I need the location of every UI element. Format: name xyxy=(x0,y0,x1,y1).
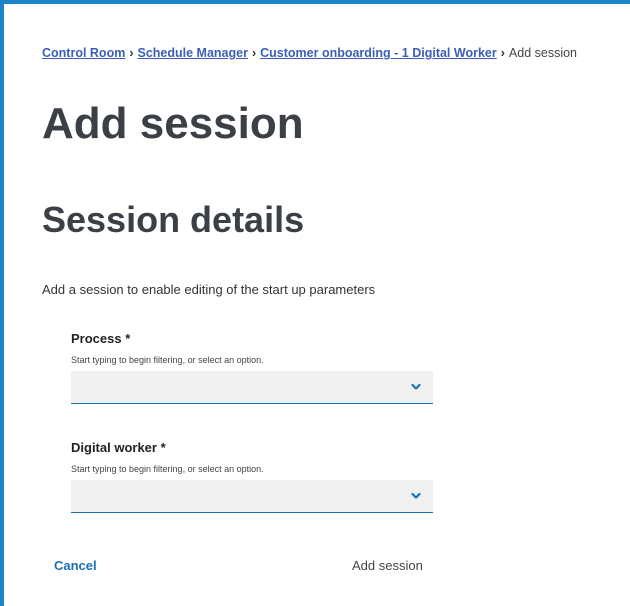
breadcrumb-separator: › xyxy=(251,46,257,60)
breadcrumb-current: Add session xyxy=(508,46,578,60)
breadcrumb-customer-onboarding[interactable]: Customer onboarding - 1 Digital Worker xyxy=(260,46,497,60)
digital-worker-field: Digital worker * Start typing to begin f… xyxy=(71,440,433,513)
cancel-button[interactable]: Cancel xyxy=(54,558,97,573)
page-title: Add session xyxy=(42,99,304,148)
add-session-button[interactable]: Add session xyxy=(352,558,423,573)
intro-text: Add a session to enable editing of the s… xyxy=(42,282,376,297)
process-select[interactable] xyxy=(71,371,433,404)
digital-worker-label: Digital worker * xyxy=(71,440,166,455)
digital-worker-select[interactable] xyxy=(71,480,433,513)
digital-worker-help-text: Start typing to begin filtering, or sele… xyxy=(71,464,264,474)
breadcrumb-separator: › xyxy=(500,46,505,60)
breadcrumb-separator: › xyxy=(129,46,134,60)
breadcrumb: Control Room › Schedule Manager › Customer o… xyxy=(42,46,577,60)
process-help-text: Start typing to begin filtering, or sele… xyxy=(71,355,264,365)
breadcrumb-schedule-manager[interactable]: Schedule Manager xyxy=(138,46,248,60)
process-label: Process * xyxy=(71,331,131,346)
process-field: Process * Start typing to begin filterin… xyxy=(71,331,433,404)
chevron-down-icon xyxy=(411,383,421,390)
breadcrumb-control-room[interactable]: Control Room xyxy=(42,46,125,60)
chevron-down-icon xyxy=(411,492,421,499)
section-title: Session details xyxy=(42,199,305,240)
page-frame: Control Room › Schedule Manager › Customer o… xyxy=(0,0,630,606)
